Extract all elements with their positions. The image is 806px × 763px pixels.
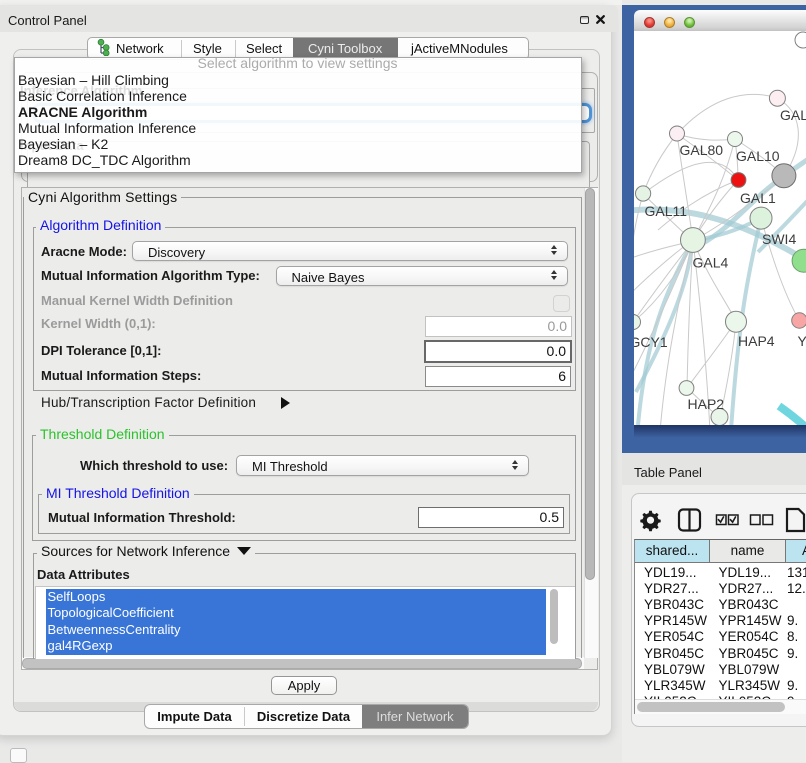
svg-text:GCY1: GCY1 [634,334,668,350]
svg-text:GAL80: GAL80 [680,142,724,158]
svg-text:GAL11: GAL11 [645,203,688,219]
svg-text:GAL4: GAL4 [693,255,729,271]
svg-text:YJL: YJL [798,333,806,349]
svg-text:GAL10: GAL10 [736,148,780,164]
svg-text:HAP2: HAP2 [688,396,725,412]
svg-text:SWI4: SWI4 [762,231,796,247]
svg-text:GAL1: GAL1 [740,190,776,206]
svg-text:HAP4: HAP4 [738,333,775,349]
svg-text:GAL2: GAL2 [780,107,806,123]
